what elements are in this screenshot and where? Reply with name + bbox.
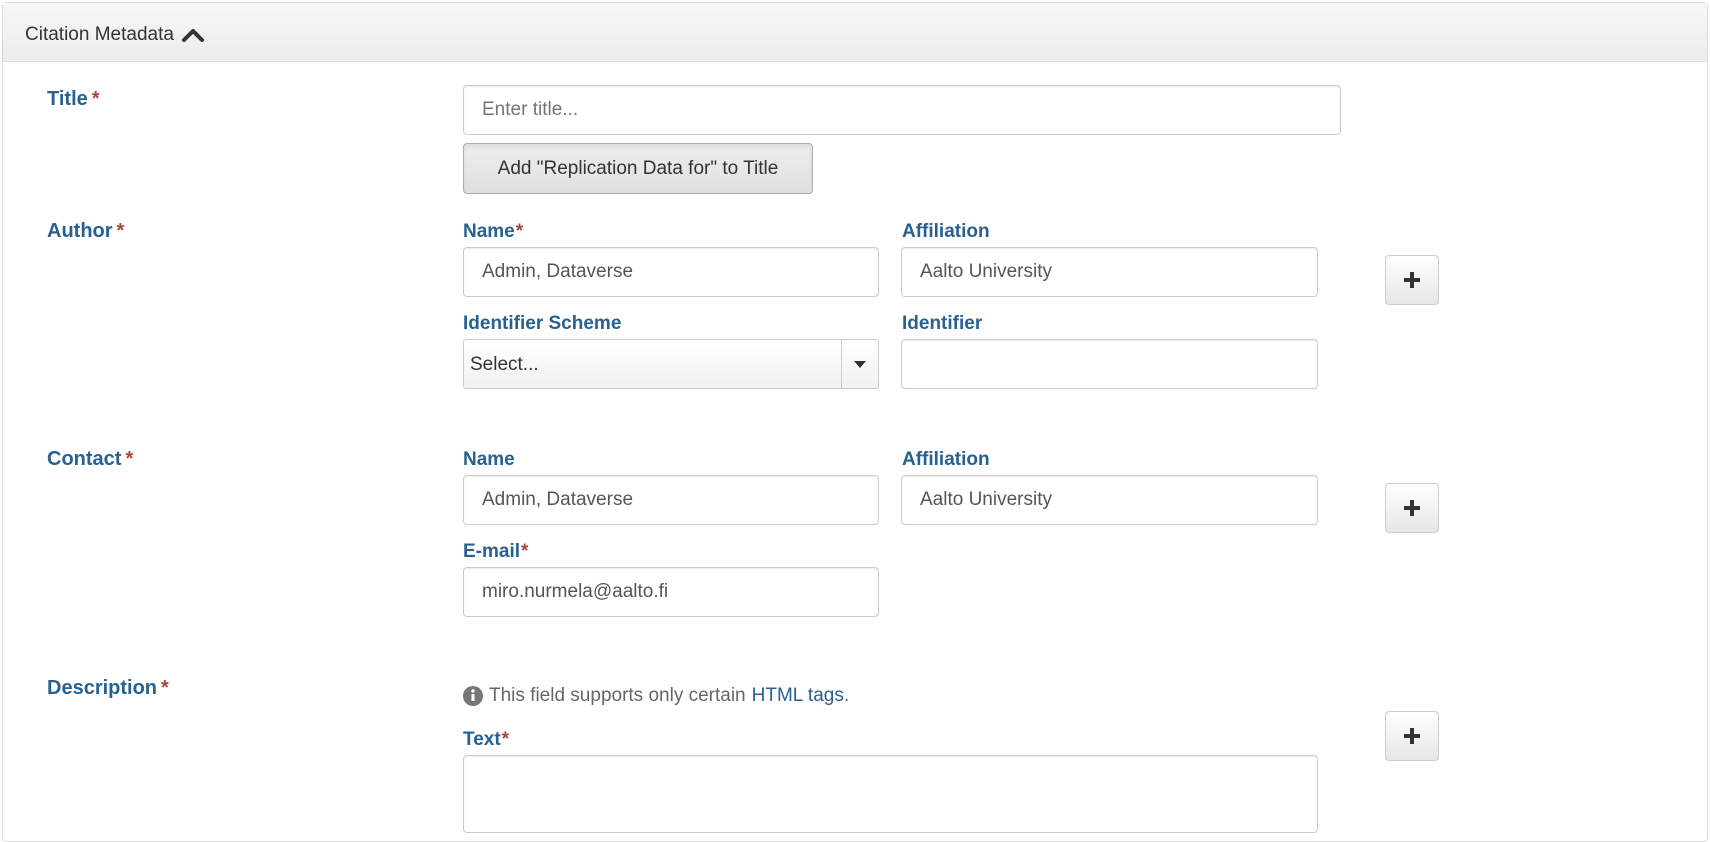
contact-name-input[interactable]: Admin, Dataverse	[463, 475, 879, 525]
plus-icon	[1404, 500, 1420, 516]
author-name-input[interactable]: Admin, Dataverse	[463, 247, 879, 297]
plus-icon	[1404, 728, 1420, 744]
description-text-label-text: Text	[463, 729, 501, 750]
title-label: Title *	[47, 88, 100, 111]
description-label-text: Description	[47, 677, 158, 699]
contact-affiliation-label: Affiliation	[902, 449, 990, 470]
panel-title[interactable]: Citation Metadata	[25, 24, 204, 46]
author-name-label-text: Name	[463, 221, 515, 242]
add-contact-button[interactable]	[1385, 483, 1439, 533]
required-mark: *	[116, 220, 125, 242]
author-label-text: Author	[47, 220, 113, 242]
author-affiliation-input[interactable]: Aalto University	[901, 247, 1318, 297]
contact-email-input[interactable]: miro.nurmela@aalto.fi	[463, 567, 879, 617]
identifier-input[interactable]	[901, 339, 1318, 389]
add-author-button[interactable]	[1385, 255, 1439, 305]
author-affiliation-label: Affiliation	[902, 221, 990, 242]
add-description-button[interactable]	[1385, 711, 1439, 761]
author-name-label: Name*	[463, 221, 523, 243]
contact-name-label: Name	[463, 449, 515, 470]
html-tags-link[interactable]: HTML tags	[752, 685, 844, 707]
required-mark: *	[501, 729, 510, 750]
help-suffix: .	[843, 685, 850, 706]
contact-email-label-text: E-mail	[463, 541, 521, 562]
identifier-scheme-label: Identifier Scheme	[463, 313, 622, 334]
description-text-label: Text*	[463, 729, 509, 751]
required-mark: *	[125, 448, 134, 470]
required-mark: *	[521, 541, 529, 562]
panel-title-text: Citation Metadata	[25, 24, 174, 45]
help-text: This field supports only certain	[489, 685, 746, 706]
description-help: This field supports only certain HTML ta…	[463, 685, 849, 707]
identifier-scheme-value: Select...	[470, 354, 539, 375]
description-textarea[interactable]	[463, 755, 1318, 833]
required-mark: *	[91, 88, 100, 110]
contact-email-label: E-mail*	[463, 541, 528, 563]
identifier-label: Identifier	[902, 313, 983, 334]
panel-heading[interactable]: Citation Metadata	[3, 3, 1707, 62]
identifier-scheme-select[interactable]: Select...	[463, 339, 879, 389]
info-icon	[463, 686, 483, 706]
title-input[interactable]	[463, 85, 1341, 135]
select-trigger[interactable]	[841, 340, 878, 388]
required-mark: *	[515, 221, 524, 242]
description-label: Description *	[47, 677, 169, 700]
contact-affiliation-input[interactable]: Aalto University	[901, 475, 1318, 525]
contact-label: Contact *	[47, 448, 133, 471]
contact-label-text: Contact	[47, 448, 122, 470]
chevron-up-icon	[181, 29, 204, 42]
caret-down-icon	[854, 360, 866, 368]
add-replication-data-button[interactable]: Add "Replication Data for" to Title	[463, 143, 813, 194]
author-label: Author *	[47, 220, 124, 243]
plus-icon	[1404, 272, 1420, 288]
required-mark: *	[161, 677, 169, 699]
title-label-text: Title	[47, 88, 88, 110]
